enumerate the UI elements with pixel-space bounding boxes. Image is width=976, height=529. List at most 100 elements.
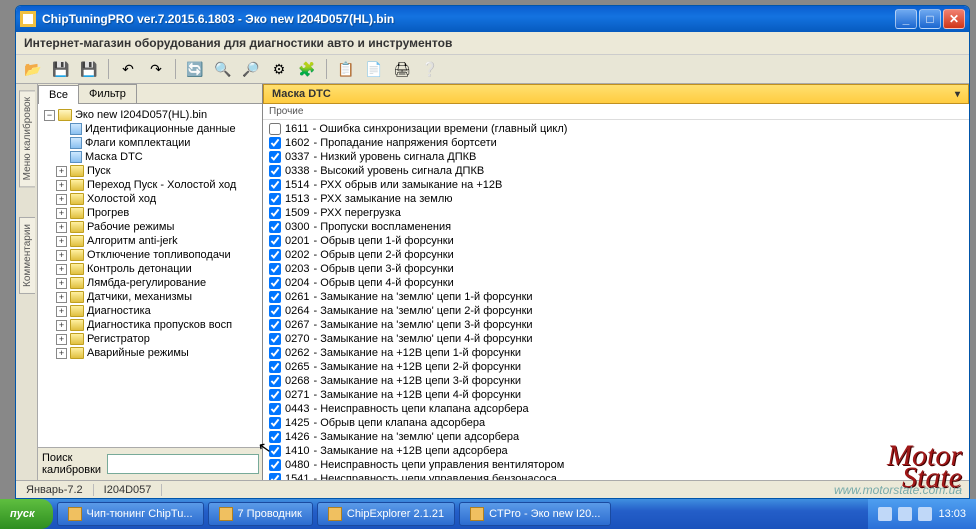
dtc-checkbox[interactable] (269, 165, 281, 177)
dtc-row[interactable]: 0203 - Обрыв цепи 3-й форсунки (267, 262, 965, 276)
dtc-row[interactable]: 0337 - Низкий уровень сигнала ДПКВ (267, 150, 965, 164)
tree-expand-icon[interactable]: + (56, 278, 67, 289)
zoom-in-button[interactable]: 🔍 (212, 58, 234, 80)
tray-icon[interactable] (878, 507, 892, 521)
tree-collapse-icon[interactable]: − (44, 110, 55, 121)
dtc-row[interactable]: 0270 - Замыкание на 'землю' цепи 4-й фор… (267, 332, 965, 346)
pane-header[interactable]: Маска DTC ▾ (263, 84, 969, 104)
dtc-checkbox[interactable] (269, 431, 281, 443)
dtc-checkbox[interactable] (269, 291, 281, 303)
copy-button[interactable]: 📋 (335, 58, 357, 80)
tree-expand-icon[interactable]: + (56, 292, 67, 303)
tree-expand-icon[interactable]: + (56, 306, 67, 317)
sidetab-comments[interactable]: Комментарии (19, 217, 35, 294)
dtc-checkbox[interactable] (269, 473, 281, 480)
dtc-row[interactable]: 0300 - Пропуски воспламенения (267, 220, 965, 234)
tool-1-button[interactable]: ⚙ (268, 58, 290, 80)
tree-item[interactable]: +Пуск (40, 164, 260, 178)
tree-item[interactable]: Флаги комплектации (40, 136, 260, 150)
tree-item[interactable]: +Аварийные режимы (40, 346, 260, 360)
tree-item[interactable]: +Датчики, механизмы (40, 290, 260, 304)
dtc-row[interactable]: 0267 - Замыкание на 'землю' цепи 3-й фор… (267, 318, 965, 332)
dtc-row[interactable]: 1513 - РХХ замыкание на землю (267, 192, 965, 206)
dtc-row[interactable]: 0265 - Замыкание на +12В цепи 2-й форсун… (267, 360, 965, 374)
paste-button[interactable]: 📄 (363, 58, 385, 80)
dtc-row[interactable]: 1509 - РХХ перегрузка (267, 206, 965, 220)
tree-item[interactable]: +Диагностика пропусков восп (40, 318, 260, 332)
tree-expand-icon[interactable]: + (56, 320, 67, 331)
dtc-row[interactable]: 0271 - Замыкание на +12В цепи 4-й форсун… (267, 388, 965, 402)
tree-item[interactable]: +Переход Пуск - Холостой ход (40, 178, 260, 192)
dtc-checkbox[interactable] (269, 347, 281, 359)
dtc-checkbox[interactable] (269, 319, 281, 331)
volume-icon[interactable] (918, 507, 932, 521)
zoom-out-button[interactable]: 🔎 (240, 58, 262, 80)
tree-item[interactable]: +Холостой ход (40, 192, 260, 206)
taskbar-item[interactable]: ChipExplorer 2.1.21 (317, 502, 455, 526)
dtc-row[interactable]: 1425 - Обрыв цепи клапана адсорбера (267, 416, 965, 430)
tree-expand-icon[interactable]: + (56, 348, 67, 359)
dtc-checkbox[interactable] (269, 193, 281, 205)
tab-all[interactable]: Все (38, 85, 79, 104)
tree-item[interactable]: +Регистратор (40, 332, 260, 346)
dtc-checkbox[interactable] (269, 249, 281, 261)
dtc-row[interactable]: 1541 - Неисправность цепи управления бен… (267, 472, 965, 480)
dtc-checkbox[interactable] (269, 459, 281, 471)
dtc-checkbox[interactable] (269, 417, 281, 429)
tree-item[interactable]: +Отключение топливоподачи (40, 248, 260, 262)
dtc-list[interactable]: 1611 - Ошибка синхронизации времени (гла… (263, 120, 969, 480)
dtc-checkbox[interactable] (269, 361, 281, 373)
maximize-button[interactable]: □ (919, 9, 941, 29)
search-input[interactable] (107, 454, 259, 474)
dtc-checkbox[interactable] (269, 403, 281, 415)
tree-expand-icon[interactable]: + (56, 236, 67, 247)
dtc-checkbox[interactable] (269, 445, 281, 457)
dtc-checkbox[interactable] (269, 389, 281, 401)
save-as-button[interactable]: 💾 (78, 58, 100, 80)
dtc-row[interactable]: 0262 - Замыкание на +12В цепи 1-й форсун… (267, 346, 965, 360)
collapse-icon[interactable]: ▾ (955, 89, 960, 100)
start-button[interactable]: пуск (0, 499, 53, 529)
tree-expand-icon[interactable]: + (56, 334, 67, 345)
tree-item[interactable]: +Диагностика (40, 304, 260, 318)
dtc-checkbox[interactable] (269, 123, 281, 135)
tree-expand-icon[interactable]: + (56, 208, 67, 219)
dtc-row[interactable]: 1410 - Замыкание на +12В цепи адсорбера (267, 444, 965, 458)
dtc-row[interactable]: 1611 - Ошибка синхронизации времени (гла… (267, 122, 965, 136)
dtc-checkbox[interactable] (269, 277, 281, 289)
help-button[interactable]: ❔ (419, 58, 441, 80)
dtc-checkbox[interactable] (269, 235, 281, 247)
redo-button[interactable]: ↷ (145, 58, 167, 80)
taskbar-item[interactable]: Чип-тюнинг ChipTu... (57, 502, 204, 526)
dtc-row[interactable]: 0202 - Обрыв цепи 2-й форсунки (267, 248, 965, 262)
clock[interactable]: 13:03 (938, 508, 966, 520)
tree-item[interactable]: Маска DTC (40, 150, 260, 164)
dtc-row[interactable]: 1602 - Пропадание напряжения бортсети (267, 136, 965, 150)
tree-expand-icon[interactable]: + (56, 222, 67, 233)
undo-button[interactable]: ↶ (117, 58, 139, 80)
dtc-row[interactable]: 0443 - Неисправность цепи клапана адсорб… (267, 402, 965, 416)
dtc-row[interactable]: 0204 - Обрыв цепи 4-й форсунки (267, 276, 965, 290)
dtc-row[interactable]: 1514 - РХХ обрыв или замыкание на +12В (267, 178, 965, 192)
dtc-row[interactable]: 0480 - Неисправность цепи управления вен… (267, 458, 965, 472)
dtc-checkbox[interactable] (269, 137, 281, 149)
close-button[interactable]: ✕ (943, 9, 965, 29)
taskbar-item[interactable]: CTPro - Эко new I20... (459, 502, 611, 526)
refresh-button[interactable]: 🔄 (184, 58, 206, 80)
tree-item[interactable]: Идентификационные данные (40, 122, 260, 136)
print-button[interactable]: 🖨 (391, 58, 413, 80)
system-tray[interactable]: 13:03 (868, 499, 976, 529)
tree-item[interactable]: +Контроль детонации (40, 262, 260, 276)
dtc-checkbox[interactable] (269, 151, 281, 163)
minimize-button[interactable]: _ (895, 9, 917, 29)
tree-root-label[interactable]: Эко new I204D057(HL).bin (75, 109, 207, 121)
titlebar[interactable]: ChipTuningPRO ver.7.2015.6.1803 - Эко ne… (16, 6, 969, 32)
tree-item[interactable]: +Лямбда-регулирование (40, 276, 260, 290)
tool-2-button[interactable]: 🧩 (296, 58, 318, 80)
dtc-checkbox[interactable] (269, 221, 281, 233)
calibration-tree[interactable]: − Эко new I204D057(HL).binИдентификационн… (38, 104, 262, 447)
dtc-row[interactable]: 0264 - Замыкание на 'землю' цепи 2-й фор… (267, 304, 965, 318)
dtc-checkbox[interactable] (269, 207, 281, 219)
dtc-checkbox[interactable] (269, 305, 281, 317)
tree-item[interactable]: +Алгоритм anti-jerk (40, 234, 260, 248)
